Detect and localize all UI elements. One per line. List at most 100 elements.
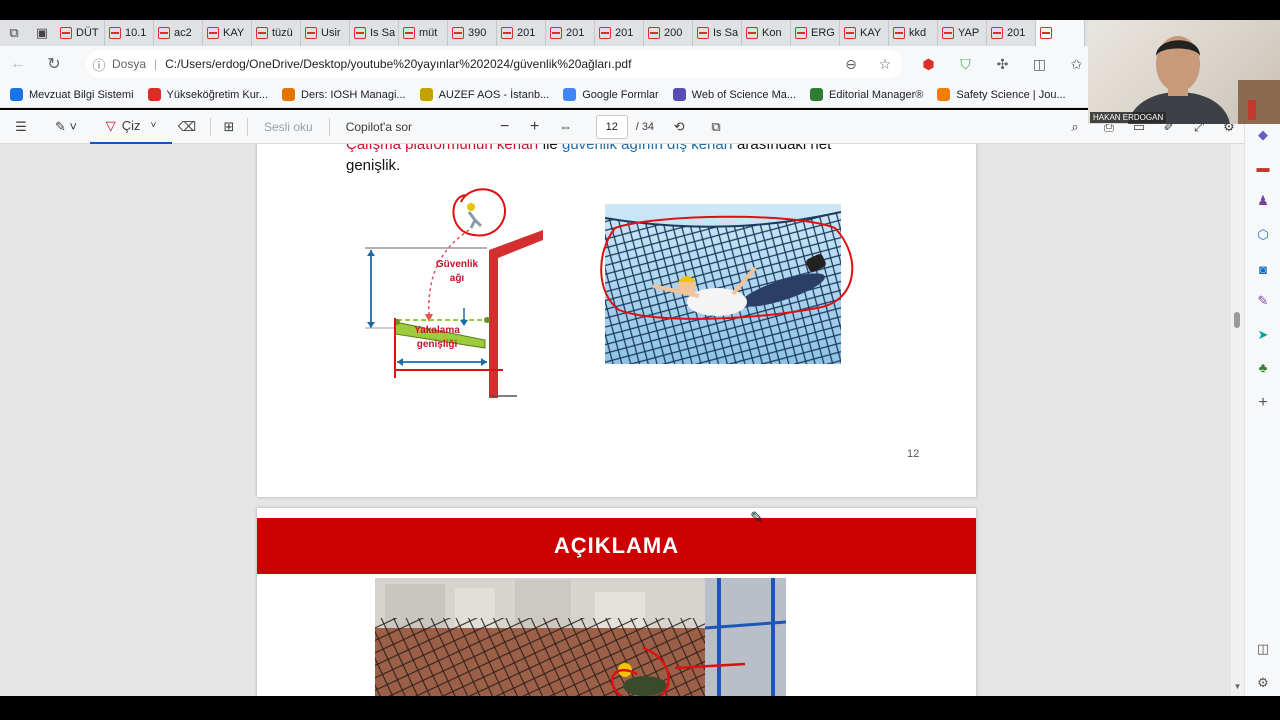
zoom-in-button[interactable]: + <box>520 110 550 144</box>
highlight-icon[interactable]: ✎ ˅ <box>42 110 90 144</box>
pdf-file-icon <box>648 27 660 39</box>
workspaces-icon[interactable]: ⧉ <box>0 20 28 46</box>
favorite-site-icon <box>937 88 951 101</box>
eraser-icon[interactable]: ⌫ <box>172 110 202 144</box>
tab-label: kkd <box>909 27 927 39</box>
scrollbar-thumb[interactable] <box>1234 312 1240 328</box>
browser-tab[interactable]: KAY <box>203 20 252 46</box>
browser-tab[interactable]: 390 <box>448 20 497 46</box>
browser-tab[interactable]: Usir <box>301 20 350 46</box>
add-icon[interactable]: + <box>1252 392 1274 414</box>
pdf-file-icon <box>942 27 954 39</box>
favorite-item[interactable]: AUZEF AOS - İstanb... <box>419 88 549 101</box>
pdf-file-icon <box>599 27 611 39</box>
copilot-icon[interactable]: ⬡ <box>1252 224 1274 246</box>
browser-tab[interactable]: 201 <box>546 20 595 46</box>
browser-tab[interactable]: KAY <box>840 20 889 46</box>
designer-icon[interactable]: ✎ <box>1252 290 1274 312</box>
browser-tab[interactable]: 200 <box>644 20 693 46</box>
browser-tab[interactable]: kkd <box>889 20 938 46</box>
favorite-site-icon <box>810 88 824 101</box>
fit-page-icon[interactable]: ⇔ <box>550 110 582 144</box>
pdf-file-icon <box>893 27 905 39</box>
contents-icon[interactable]: ☰ <box>0 110 42 144</box>
pdf-viewer[interactable]: Çalışma platformunun kenarı ile güvenlik… <box>0 144 1244 696</box>
chess-icon[interactable]: ♟ <box>1252 190 1274 212</box>
page-view-icon[interactable]: ⧉ <box>696 110 736 144</box>
back-button[interactable]: ← <box>0 46 36 82</box>
favorite-star-icon[interactable]: ☆ <box>868 56 902 73</box>
extensions-icon[interactable]: ✣ <box>984 56 1021 73</box>
pdf-toolbar: ☰ ✎ ˅ ▽ Çiz ˅ ⌫ ⊞ Sesli oku Copilot'a so… <box>0 110 1244 144</box>
info-icon[interactable]: ⓘ <box>86 55 112 74</box>
browser-tab[interactable]: Is Sa <box>693 20 742 46</box>
browser-tab[interactable]: DÜT <box>56 20 105 46</box>
shield-extension-icon[interactable]: ⛉ <box>947 56 984 73</box>
tag-icon[interactable]: ◆ <box>1252 124 1274 146</box>
favorite-item[interactable]: Mevzuat Bilgi Sistemi <box>10 88 134 101</box>
address-bar[interactable]: ⓘ Dosya | C:/Users/erdog/OneDrive/Deskto… <box>86 50 902 78</box>
pdf-file-icon <box>256 27 268 39</box>
pdf-file-icon <box>697 27 709 39</box>
outlook-icon[interactable]: ◙ <box>1252 258 1274 280</box>
browser-tab[interactable] <box>1036 20 1085 46</box>
draw-button[interactable]: ▽ Çiz ˅ <box>90 110 172 144</box>
favorite-item[interactable]: Editorial Manager® <box>810 88 923 101</box>
browser-tab[interactable]: Is Sa <box>350 20 399 46</box>
pdf-file-icon <box>795 27 807 39</box>
browser-tab[interactable]: ac2 <box>154 20 203 46</box>
browser-tab[interactable]: 201 <box>987 20 1036 46</box>
sidebar-settings-icon[interactable]: ⚙ <box>1252 672 1274 694</box>
favorite-site-icon <box>419 88 433 101</box>
tab-label: 201 <box>566 27 585 39</box>
pdf-file-icon <box>452 27 464 39</box>
send-icon[interactable]: ➤ <box>1252 324 1274 346</box>
browser-tab[interactable]: YAP <box>938 20 987 46</box>
pdf-file-icon <box>207 27 219 39</box>
copilot-button[interactable]: Copilot'a sor <box>338 110 490 144</box>
browser-tab[interactable]: 10.1 <box>105 20 154 46</box>
page-number-label: 12 <box>907 448 920 460</box>
tab-actions-icon[interactable]: ▣ <box>28 20 56 46</box>
pdf-file-icon <box>501 27 513 39</box>
url-text[interactable]: C:/Users/erdog/OneDrive/Desktop/youtube%… <box>165 57 834 71</box>
zoom-out-button[interactable]: − <box>490 110 520 144</box>
adblock-extension-icon[interactable]: ⬢ <box>910 56 947 73</box>
rotate-icon[interactable]: ⟲ <box>662 110 696 144</box>
browser-tab[interactable]: 201 <box>497 20 546 46</box>
caption-red-text: Çalışma platformunun kenarı <box>346 144 539 153</box>
scroll-down-arrow-icon[interactable]: ▼ <box>1231 682 1244 691</box>
browser-tab[interactable]: ERG <box>791 20 840 46</box>
webcam-overlay: HAKAN ERDOGAN <box>1088 20 1280 124</box>
browser-tab[interactable]: 201 <box>595 20 644 46</box>
briefcase-icon[interactable]: ▬ <box>1252 156 1274 178</box>
favorite-item[interactable]: Yükseköğretim Kur... <box>147 88 268 101</box>
favorite-item[interactable]: Ders: IOSH Managi... <box>282 88 406 101</box>
read-aloud-button[interactable]: Sesli oku <box>256 110 321 144</box>
split-screen-icon[interactable]: ◫ <box>1021 56 1058 73</box>
tab-label: Usir <box>321 27 341 39</box>
caption-mid-text: ile <box>538 144 562 153</box>
favorite-label: Editorial Manager® <box>829 88 924 101</box>
browser-tab[interactable]: tüzü <box>252 20 301 46</box>
browser-tab[interactable]: Kon <box>742 20 791 46</box>
draw-icon: ▽ <box>105 117 116 133</box>
sidebar-toggle-icon[interactable]: ◫ <box>1252 638 1274 660</box>
reload-button[interactable]: ↻ <box>36 46 72 82</box>
tree-icon[interactable]: ♣ <box>1252 356 1274 378</box>
address-separator: | <box>154 57 158 71</box>
favorite-item[interactable]: Web of Science Ma... <box>672 88 796 101</box>
pdf-file-icon <box>354 27 366 39</box>
page-number-input[interactable]: 12 <box>595 114 628 139</box>
diagram-label-width: Yakalama genişliği <box>414 325 460 350</box>
browser-tab[interactable]: müt <box>399 20 448 46</box>
favorite-item[interactable]: Google Formlar <box>563 88 659 101</box>
pen-cursor-icon: ✎ <box>750 510 764 527</box>
tab-label: tüzü <box>272 27 293 39</box>
scrollbar-track[interactable] <box>1231 144 1244 696</box>
zoom-icon[interactable]: ⊖ <box>834 56 868 73</box>
tab-label: 10.1 <box>125 27 147 39</box>
favorite-item[interactable]: Safety Science | Jou... <box>937 88 1066 101</box>
pdf-file-icon <box>403 27 415 39</box>
text-box-icon[interactable]: ⊞ <box>219 110 239 144</box>
